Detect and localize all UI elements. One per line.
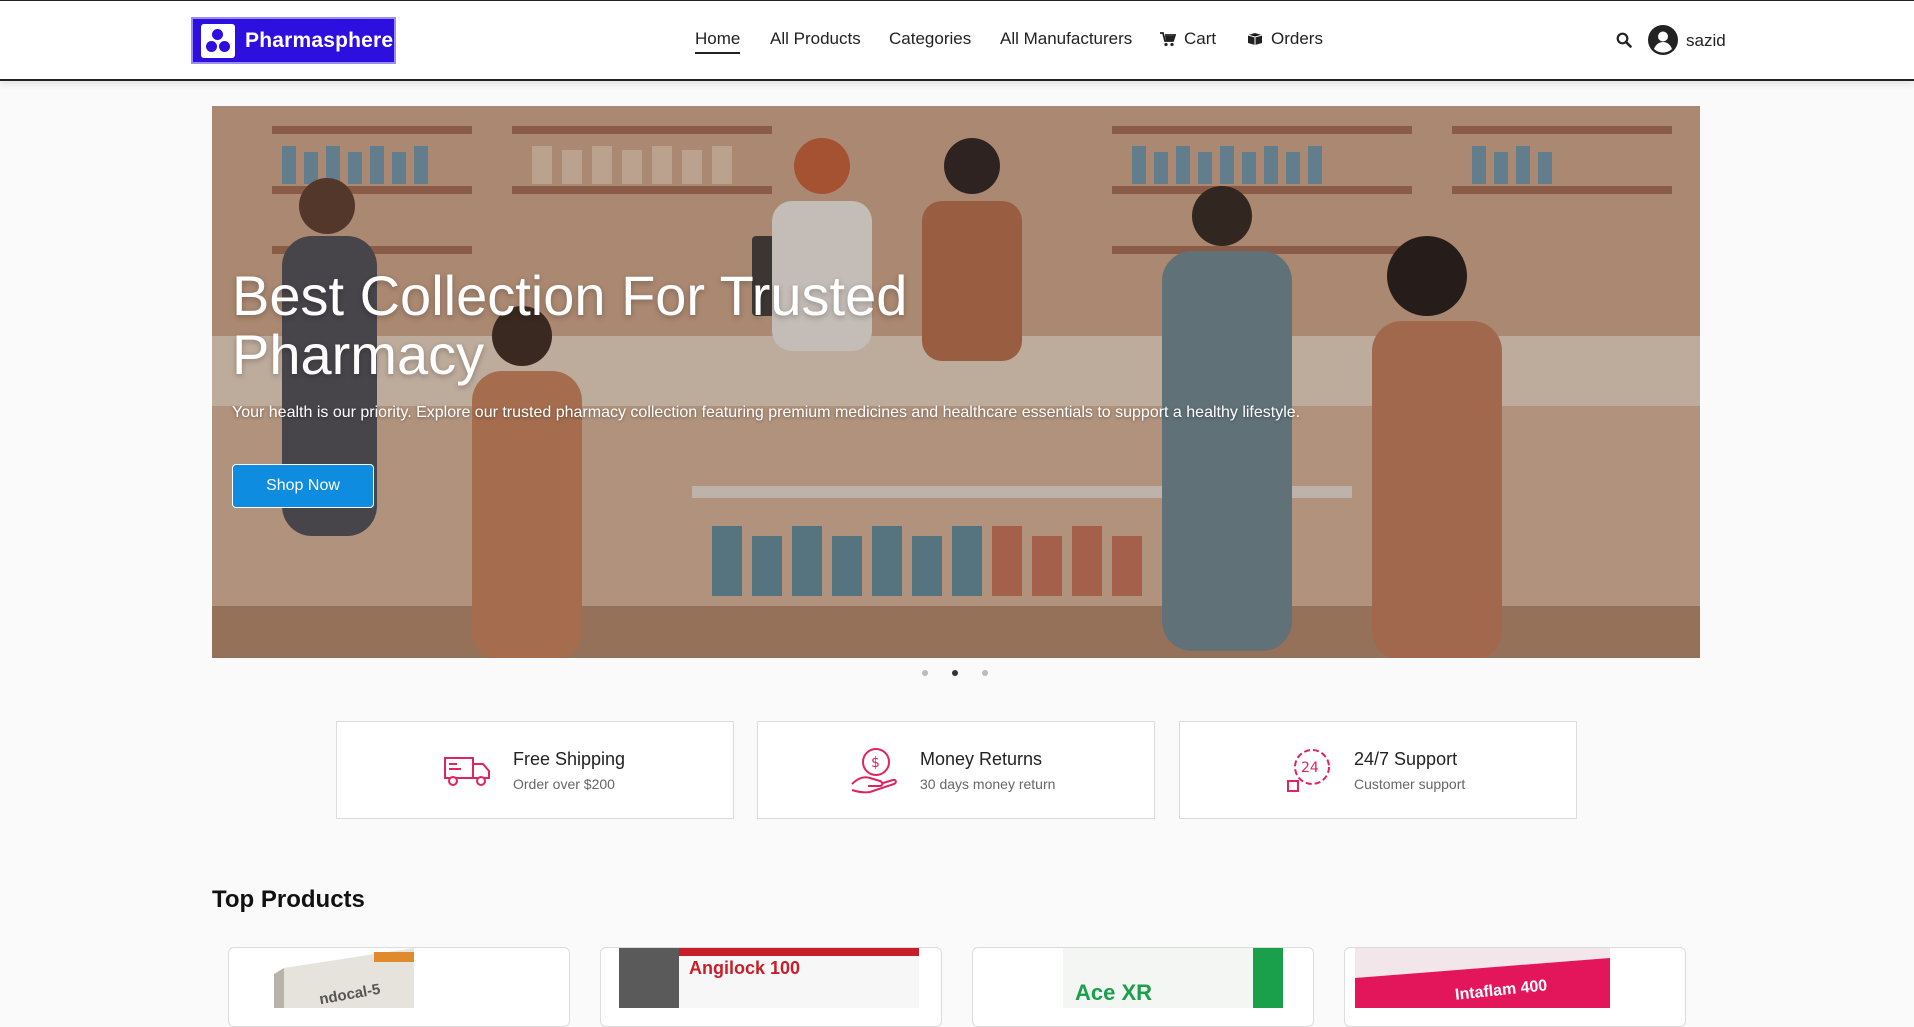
feature-subtitle: Order over $200 [513,775,615,792]
nav-home-label: Home [695,29,741,54]
feature-title: 24/7 Support [1354,748,1458,769]
feature-support: 24 24/7 Support Customer support [1179,721,1577,819]
top-navbar: Pharmasphere Home All Products Categorie… [0,0,1914,81]
nav-home[interactable]: Home [695,29,741,54]
nav-categories[interactable]: Categories [889,29,971,49]
svg-text:$: $ [871,755,880,771]
money-hand-icon: $ [851,748,897,794]
product-label: Ace XR [1075,980,1153,1005]
carousel-dot-1[interactable] [922,670,928,676]
nav-orders[interactable]: Orders [1247,29,1323,49]
svg-text:24: 24 [1301,760,1319,776]
box-icon [1247,33,1263,45]
carousel-dot-3[interactable] [982,670,988,676]
hero-subtitle: Your health is our priority. Explore our… [232,404,1301,421]
feature-title: Free Shipping [513,748,626,769]
nav-categories-label: Categories [889,29,972,48]
nav-all-products[interactable]: All Products [770,29,861,49]
shop-now-button[interactable]: Shop Now [232,464,374,508]
search-icon[interactable] [1616,32,1632,48]
nav-orders-label: Orders [1271,29,1323,48]
nav-cart-label: Cart [1184,29,1217,48]
feature-money-returns: $ Money Returns 30 days money return [757,721,1155,819]
nav-all-manufacturers[interactable]: All Manufacturers [1000,29,1132,49]
product-card[interactable]: Ace XR [972,947,1314,1027]
hero-carousel: Best Collection For Trusted Pharmacy You… [212,106,1700,658]
nav-cart[interactable]: Cart [1160,29,1216,49]
product-label: Angilock 100 [689,958,801,978]
nav-all-products-label: All Products [770,29,861,48]
feature-subtitle: 30 days money return [920,775,1056,792]
top-products-heading: Top Products [212,886,365,913]
hero-title: Best Collection For Trusted Pharmacy [232,264,908,386]
carousel-dot-2[interactable] [952,670,958,676]
nav-all-manufacturers-label: All Manufacturers [1000,29,1133,48]
user-avatar-icon[interactable] [1648,25,1678,55]
username[interactable]: sazid [1686,31,1726,51]
product-card[interactable]: Intaflam 400 [1344,947,1686,1027]
feature-free-shipping: Free Shipping Order over $200 [336,721,734,819]
carousel-indicators [922,670,988,676]
truck-icon [444,757,490,786]
product-card[interactable]: Angilock 100 [600,947,942,1027]
feature-subtitle: Customer support [1354,775,1466,792]
support-24-icon: 24 [1287,749,1330,792]
product-card[interactable]: ndocal-5 [228,947,570,1027]
feature-title: Money Returns [920,748,1043,769]
cart-icon [1160,31,1176,46]
